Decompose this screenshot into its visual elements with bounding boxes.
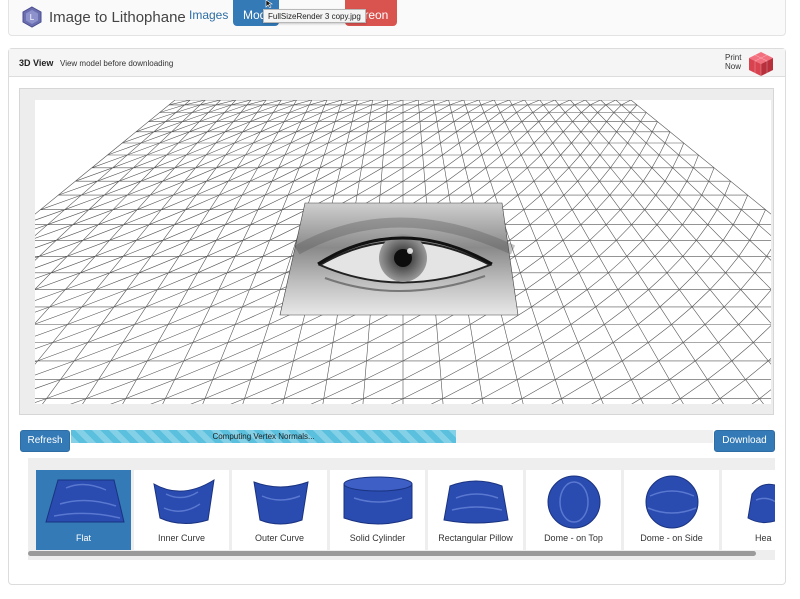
progress-text: Computing Vertex Normals... bbox=[212, 432, 315, 441]
dome-top-icon bbox=[547, 475, 601, 529]
print-now-link[interactable]: Print Now bbox=[725, 53, 741, 71]
print-now-line1: Print bbox=[725, 53, 742, 62]
shape-flat[interactable]: Flat bbox=[36, 470, 131, 550]
inner-curve-icon bbox=[153, 479, 215, 524]
shape-rectangular-pillow[interactable]: Rectangular Pillow bbox=[428, 470, 523, 550]
lithophane-logo-icon: L bbox=[22, 6, 42, 28]
filename-tooltip: FullSizeRender 3 copy.jpg bbox=[263, 9, 366, 23]
progress-bar: Computing Vertex Normals... bbox=[71, 430, 713, 443]
print-cube-icon[interactable] bbox=[747, 51, 775, 77]
shape-label: Dome - on Top bbox=[544, 533, 603, 543]
shape-heart[interactable]: Hea bbox=[722, 470, 775, 550]
solid-cylinder-icon bbox=[343, 476, 413, 525]
shape-selector[interactable]: Flat Inner Curve Outer Curve Solid Cylin… bbox=[28, 458, 775, 560]
shape-label: Hea bbox=[755, 533, 772, 543]
panel-subtitle: View model before downloading bbox=[60, 59, 174, 68]
refresh-button[interactable]: Refresh bbox=[20, 430, 70, 452]
shape-dome-top[interactable]: Dome - on Top bbox=[526, 470, 621, 550]
wireframe-plate bbox=[35, 100, 771, 404]
svg-text:L: L bbox=[30, 13, 35, 22]
3d-viewer[interactable] bbox=[35, 100, 771, 404]
nav-images[interactable]: Images bbox=[189, 8, 228, 22]
print-now-line2: Now bbox=[725, 62, 742, 71]
heart-icon bbox=[747, 483, 775, 524]
shape-dome-side[interactable]: Dome - on Side bbox=[624, 470, 719, 550]
shape-inner-curve[interactable]: Inner Curve bbox=[134, 470, 229, 550]
dome-side-icon bbox=[645, 475, 699, 529]
model-panel: 3D View View model before downloading Pr… bbox=[8, 48, 786, 585]
viewer-frame bbox=[19, 88, 774, 415]
panel-title: 3D View bbox=[19, 58, 54, 68]
shape-label: Rectangular Pillow bbox=[438, 533, 513, 543]
shape-solid-cylinder[interactable]: Solid Cylinder bbox=[330, 470, 425, 550]
rectangular-pillow-icon bbox=[443, 480, 509, 524]
shape-label: Inner Curve bbox=[157, 533, 206, 543]
strip-scrollbar[interactable] bbox=[28, 551, 756, 556]
flat-plate-icon bbox=[45, 479, 125, 523]
panel-heading: 3D View View model before downloading Pr… bbox=[9, 49, 785, 77]
shape-label: Dome - on Side bbox=[640, 533, 703, 543]
eye-photo bbox=[279, 202, 519, 316]
outer-curve-icon bbox=[253, 481, 309, 525]
brand[interactable]: L Image to Lithophane bbox=[21, 5, 186, 29]
shape-outer-curve[interactable]: Outer Curve bbox=[232, 470, 327, 550]
shape-label: Outer Curve bbox=[254, 533, 305, 543]
brand-name: Image to Lithophane bbox=[49, 8, 186, 26]
top-navbar: L Image to Lithophane Images Mode treon … bbox=[8, 0, 786, 36]
download-button[interactable]: Download bbox=[714, 430, 775, 452]
shape-label: Flat bbox=[75, 533, 91, 543]
mouse-cursor-icon bbox=[265, 0, 273, 8]
shape-label: Solid Cylinder bbox=[349, 533, 406, 543]
